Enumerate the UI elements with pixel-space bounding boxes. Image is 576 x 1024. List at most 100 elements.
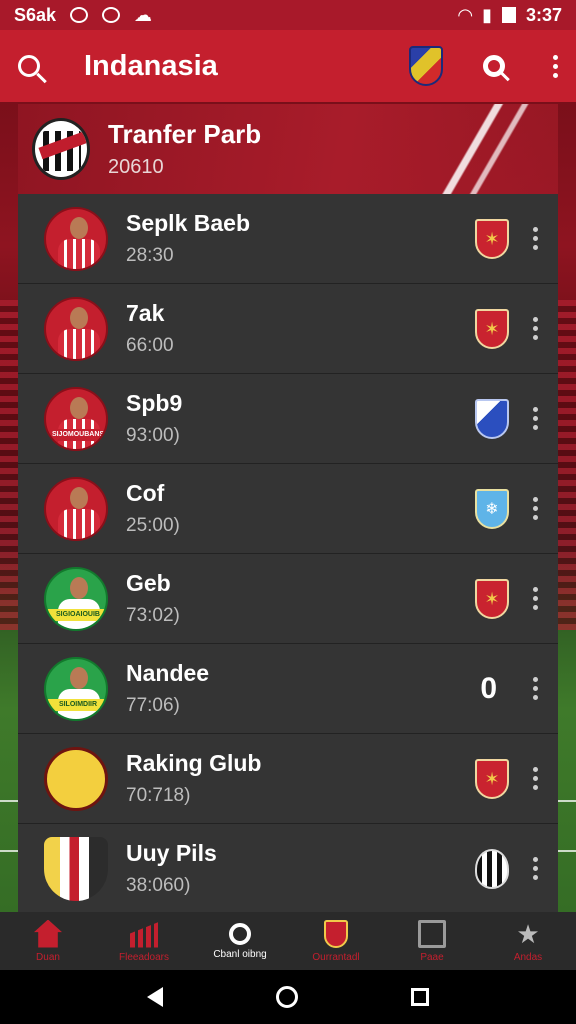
list-item[interactable]: Seplk Baeb 28:30 [18, 194, 558, 284]
item-name: Cof [126, 480, 165, 506]
recents-icon[interactable] [411, 988, 430, 1006]
player-avatar [44, 836, 108, 901]
home-circle-icon[interactable] [275, 986, 298, 1008]
crowd-right [556, 300, 576, 630]
status-bar: S6ak ☁ ◠ ▮ 3:37 [0, 0, 576, 30]
score-label: 0 [480, 671, 497, 705]
overflow-menu-button[interactable] [553, 54, 558, 78]
player-avatar [44, 296, 108, 361]
app-bar: Indanasia [0, 30, 576, 102]
page-title: Indanasia [84, 49, 218, 82]
carrier-label: S6ak [14, 4, 57, 25]
team-title: Tranfer Parb [108, 119, 262, 149]
nav-item-4[interactable]: Ourrantadl [288, 912, 384, 970]
search-alt-button[interactable] [483, 55, 505, 77]
system-navigation [0, 970, 576, 1024]
list-item[interactable]: SIGIOAIOUIB Geb 73:02) [18, 554, 558, 644]
item-value: 66:00 [126, 335, 174, 356]
nav-item-2[interactable]: Fleeadoars [96, 912, 192, 970]
player-list: Seplk Baeb 28:30 7ak 66:00 SIJOMOUBANS Spb9 93… [18, 194, 558, 914]
clock: 3:37 [525, 4, 562, 25]
nav-item-3[interactable]: Cbanl oibng [192, 912, 288, 970]
item-info: Seplk Baeb 28:30 [126, 210, 475, 267]
player-avatar: SIJOMOUBANS [44, 386, 108, 451]
item-value: 77:06) [126, 695, 180, 716]
search-button[interactable] [18, 55, 40, 77]
nav-item-1[interactable]: Duan [0, 912, 96, 970]
club-crest-icon[interactable] [475, 218, 509, 259]
team-header[interactable]: Tranfer Parb 20610 [18, 104, 558, 194]
list-item[interactable]: Raking Glub 70:718) [18, 734, 558, 824]
item-value: 28:30 [126, 245, 174, 266]
more-options-icon[interactable] [533, 767, 538, 790]
list-item[interactable]: Cof 25:00) [18, 464, 558, 554]
item-name: Nandee [126, 660, 210, 686]
bottom-navigation: Duan Fleeadoars Cbanl oibng Ourrantadl Paae ★… [0, 912, 576, 970]
more-options-icon[interactable] [533, 227, 538, 250]
item-name: 7ak [126, 300, 165, 326]
item-name: Raking Glub [126, 750, 262, 776]
avatar-plate: SILOIMDIIR [46, 698, 106, 711]
player-avatar: SILOIMDIIR [44, 656, 108, 721]
club-crest-icon[interactable] [475, 308, 509, 349]
club-crest-icon[interactable] [475, 398, 509, 439]
page-icon [418, 919, 446, 948]
back-icon[interactable] [146, 987, 163, 1007]
notification-icon [70, 7, 89, 23]
more-options-icon[interactable] [533, 587, 538, 610]
player-avatar [44, 206, 108, 271]
list-item[interactable]: SIJOMOUBANS Spb9 93:00) [18, 374, 558, 464]
club-crest-icon[interactable] [475, 488, 509, 529]
player-avatar [44, 476, 108, 541]
cloud-icon: ☁ [134, 4, 153, 25]
nav-item-6[interactable]: ★ Andas [480, 912, 576, 970]
more-options-icon[interactable] [533, 407, 538, 430]
item-value: 70:718) [126, 785, 191, 806]
nav-item-5[interactable]: Paae [384, 912, 480, 970]
item-name: Geb [126, 570, 171, 596]
stats-icon [130, 922, 158, 948]
more-options-icon[interactable] [533, 317, 538, 340]
item-value: 38:060) [126, 875, 191, 896]
item-value: 73:02) [126, 605, 180, 626]
player-avatar [44, 746, 108, 811]
signal-icon: ▮ [482, 4, 492, 25]
item-value: 93:00) [126, 425, 180, 446]
search-icon [229, 922, 251, 945]
avatar-plate: SIJOMOUBANS [46, 428, 106, 441]
item-info: Geb 73:02) [126, 570, 475, 627]
header-decoration [398, 104, 558, 194]
list-item[interactable]: SILOIMDIIR Nandee 77:06) 0 [18, 644, 558, 734]
nav-label: Ourrantadl [312, 951, 360, 963]
more-options-icon[interactable] [533, 857, 538, 880]
item-info: Spb9 93:00) [126, 390, 475, 447]
club-crest-icon[interactable] [475, 578, 509, 619]
item-value: 25:00) [126, 515, 180, 536]
more-options-icon[interactable] [533, 677, 538, 700]
avatar-plate: SIGIOAIOUIB [46, 608, 106, 621]
nav-label: Duan [36, 951, 60, 963]
team-subtitle: 20610 [108, 156, 164, 178]
player-avatar: SIGIOAIOUIB [44, 566, 108, 631]
club-crest-icon[interactable] [475, 848, 509, 889]
search-icon [483, 55, 505, 77]
list-item[interactable]: 7ak 66:00 [18, 284, 558, 374]
more-options-icon[interactable] [533, 497, 538, 520]
crowd-left [0, 300, 20, 630]
search-icon [18, 55, 40, 77]
nav-label: Cbanl oibng [213, 948, 267, 960]
club-crest-icon[interactable] [475, 758, 509, 799]
list-item[interactable]: Uuy Pils 38:060) [18, 824, 558, 914]
battery-icon [501, 7, 516, 23]
item-info: Nandee 77:06) [126, 660, 480, 717]
star-icon: ★ [516, 918, 540, 949]
item-name: Spb9 [126, 390, 183, 416]
item-info: Cof 25:00) [126, 480, 475, 537]
item-name: Uuy Pils [126, 840, 217, 866]
item-name: Seplk Baeb [126, 210, 250, 236]
club-crest-icon[interactable] [409, 46, 443, 86]
notification-icon [102, 7, 121, 23]
item-info: Uuy Pils 38:060) [126, 840, 475, 897]
nav-label: Paae [420, 951, 444, 963]
crest-icon [324, 919, 348, 948]
